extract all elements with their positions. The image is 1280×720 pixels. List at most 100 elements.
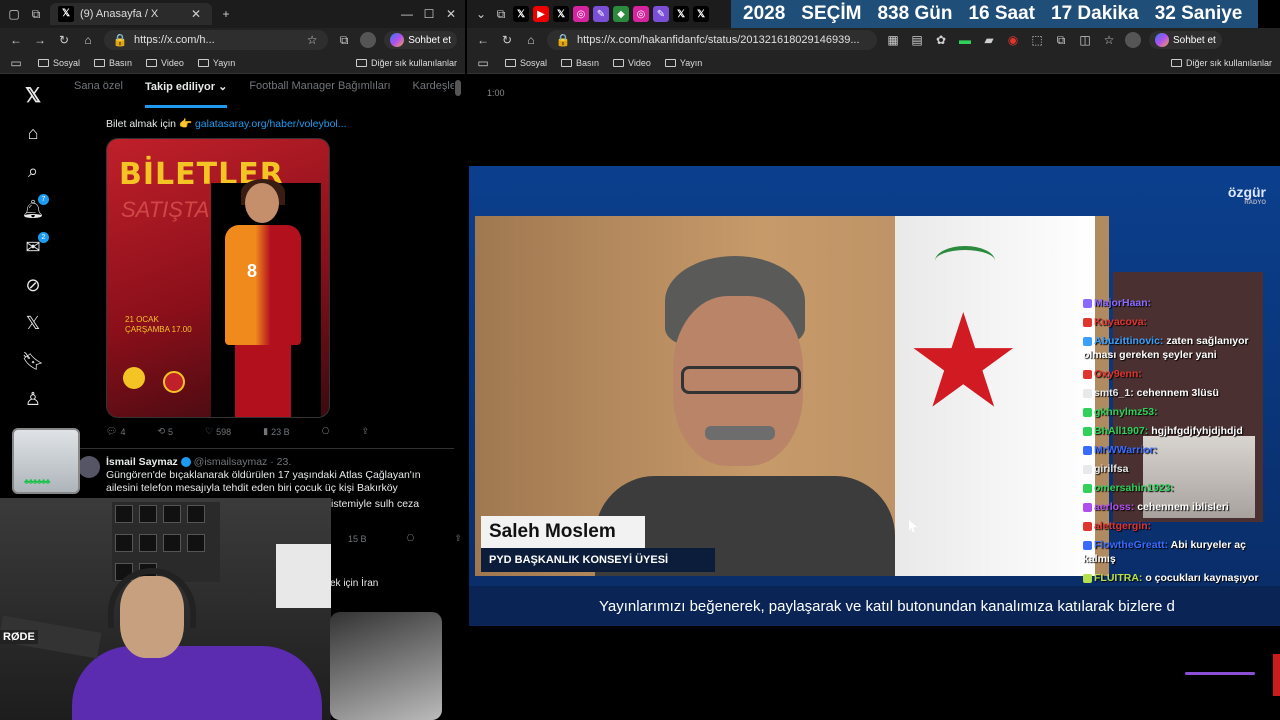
extension-icon[interactable]: ▦ xyxy=(885,32,901,48)
refresh-icon[interactable]: ↻ xyxy=(56,32,72,48)
x-tab-icon[interactable]: 𝕏 xyxy=(513,6,529,22)
scrollbar[interactable] xyxy=(455,80,461,96)
tab-list-fm[interactable]: Football Manager Bağımlıları xyxy=(249,80,390,108)
jobs-icon[interactable]: ♙ xyxy=(22,388,44,410)
x-logo-icon[interactable]: 𝕏 xyxy=(22,84,44,107)
tweet-media[interactable] xyxy=(330,612,442,720)
chat-username[interactable]: girilfsa xyxy=(1094,463,1128,475)
repost-button[interactable]: ⟲ 5 xyxy=(157,426,173,437)
tweet-media-poster[interactable]: BİLETLER SATIŞTA 8 21 OCAK ÇARŞAMBA 17.0… xyxy=(106,138,330,418)
extension-icon[interactable]: ▰ xyxy=(981,32,997,48)
chat-username[interactable]: alettgergin: xyxy=(1094,520,1151,532)
copilot-chat-button[interactable]: Sohbet et xyxy=(1149,31,1222,49)
notifications-icon[interactable]: 🔔︎ 7 xyxy=(22,194,49,220)
tab-following[interactable]: Takip ediliyor ⌄ xyxy=(144,80,228,108)
other-favorites[interactable]: Diğer sık kullanılanlar xyxy=(1170,58,1272,68)
video-player[interactable]: 1:00 özgür RADYO ★ Saleh Moslem PYD BAŞK… xyxy=(467,74,1280,720)
home-icon[interactable]: ⌂ xyxy=(523,32,539,48)
tweet-link[interactable]: galatasaray.org/haber/voleybol... xyxy=(195,118,347,130)
chat-username[interactable]: MajorHaan: xyxy=(1094,297,1151,309)
share-button[interactable]: ⇪ xyxy=(361,426,369,437)
address-bar[interactable]: 🔒 https://x.com/hakanfidanfc/status/2013… xyxy=(547,30,877,50)
avatar[interactable] xyxy=(78,456,100,478)
extension-icon[interactable]: ◉ xyxy=(1005,32,1021,48)
address-bar[interactable]: 🔒 https://x.com/h... ☆ xyxy=(104,30,329,50)
home-icon[interactable]: ⌂ xyxy=(80,32,96,48)
instagram-tab-icon[interactable]: ◎ xyxy=(573,6,589,22)
close-tab-icon[interactable]: ✕ xyxy=(188,6,204,22)
split-screen-icon[interactable]: ◫ xyxy=(1077,32,1093,48)
chat-username[interactable]: Abuzittinovic: xyxy=(1094,335,1163,347)
extension-icon[interactable]: ⧉ xyxy=(1053,32,1069,48)
profile-avatar-icon[interactable] xyxy=(1125,32,1141,48)
edit-tab-icon[interactable]: ✎ xyxy=(593,6,609,22)
extension-tab-icon[interactable]: ◆ xyxy=(613,6,629,22)
messages-icon[interactable]: ✉ 2 xyxy=(22,232,49,258)
tab-home[interactable]: 𝕏 (9) Anasayfa / X ✕ xyxy=(50,3,212,25)
share-button[interactable]: ⇪ xyxy=(454,533,462,544)
tab-actions-icon[interactable]: ⧉ xyxy=(28,6,44,22)
chat-username[interactable]: aerloss: xyxy=(1094,501,1134,513)
profile-avatar-icon[interactable] xyxy=(360,32,377,48)
favorites-icon[interactable]: ☆ xyxy=(1101,32,1117,48)
extensions-icon[interactable]: ⧉ xyxy=(336,32,352,48)
close-window-icon[interactable]: ✕ xyxy=(443,6,459,22)
bookmark-folder[interactable]: Yayın xyxy=(664,58,702,68)
bookmark-folder[interactable]: Basın xyxy=(94,58,132,68)
maximize-icon[interactable]: ☐ xyxy=(421,6,437,22)
copilot-chat-button[interactable]: Sohbet et xyxy=(384,31,457,49)
bookmarks-menu-icon[interactable]: ▭ xyxy=(475,55,491,71)
chat-username[interactable]: omersahin1923: xyxy=(1094,482,1174,494)
bookmark-button[interactable]: ⎔ xyxy=(322,426,330,437)
instagram-tab-icon[interactable]: ◎ xyxy=(633,6,649,22)
bookmarks-menu-icon[interactable]: ▭ xyxy=(8,55,24,71)
x-tab-icon[interactable]: 𝕏 xyxy=(693,6,709,22)
bookmarks-icon[interactable]: 🔖︎ xyxy=(22,350,45,372)
forward-icon[interactable]: → xyxy=(32,32,48,48)
bookmark-button[interactable]: ⎔ xyxy=(407,533,415,544)
bookmark-folder[interactable]: Video xyxy=(146,58,184,68)
chat-username[interactable]: smt6_1: xyxy=(1094,387,1134,399)
tweet-author-handle[interactable]: @ismailsaymaz · 23. xyxy=(194,456,292,468)
new-tab-icon[interactable]: + xyxy=(218,6,234,22)
minimize-icon[interactable]: — xyxy=(399,6,415,22)
chat-username[interactable]: gkhnylmz53: xyxy=(1094,406,1158,418)
extension-icon[interactable]: ▤ xyxy=(909,32,925,48)
chat-username[interactable]: Oxy9enn: xyxy=(1094,368,1142,380)
bookmark-folder[interactable]: Sosyal xyxy=(38,58,80,68)
tab-actions-icon[interactable]: ⧉ xyxy=(493,6,509,22)
x-tab-icon[interactable]: 𝕏 xyxy=(553,6,569,22)
other-favorites[interactable]: Diğer sık kullanılanlar xyxy=(355,58,457,68)
refresh-icon[interactable]: ↻ xyxy=(499,32,515,48)
chat-username[interactable]: FLUITRA: xyxy=(1094,572,1142,584)
chat-username[interactable]: BhAll1907: xyxy=(1094,425,1148,437)
views-button[interactable]: ▮ 23 B xyxy=(263,426,289,437)
extension-icon[interactable]: ⬚ xyxy=(1029,32,1045,48)
chat-username[interactable]: FlowtheGreatt: xyxy=(1094,539,1168,551)
tab-for-you[interactable]: Sana özel xyxy=(74,80,123,108)
extension-icon[interactable]: ✿ xyxy=(933,32,949,48)
home-icon[interactable]: ⌂ xyxy=(22,122,44,144)
tweet-author-name[interactable]: İsmail Saymaz xyxy=(106,456,178,468)
grok-icon[interactable]: ⊘ xyxy=(22,274,44,296)
premium-icon[interactable]: 𝕏 xyxy=(22,312,44,334)
workspaces-icon[interactable]: ▢ xyxy=(6,6,22,22)
youtube-tab-icon[interactable]: ▶ xyxy=(533,6,549,22)
reply-button[interactable]: 💬︎ 4 xyxy=(106,426,125,437)
tab-list-kardesler[interactable]: Kardeşler Kı xyxy=(413,80,454,108)
back-icon[interactable]: ← xyxy=(475,32,491,48)
x-tab-icon[interactable]: 𝕏 xyxy=(673,6,689,22)
back-icon[interactable]: ← xyxy=(8,32,24,48)
search-icon[interactable]: ⌕ xyxy=(22,160,44,182)
bookmark-folder[interactable]: Yayın xyxy=(197,58,235,68)
chat-username[interactable]: Kuyacova: xyxy=(1094,316,1147,328)
bookmark-folder[interactable]: Video xyxy=(613,58,651,68)
edit-tab-icon[interactable]: ✎ xyxy=(653,6,669,22)
bookmark-folder[interactable]: Basın xyxy=(561,58,599,68)
extension-icon[interactable]: ▬ xyxy=(957,32,973,48)
favorite-star-icon[interactable]: ☆ xyxy=(304,32,320,48)
chat-username[interactable]: MrWWarrior: xyxy=(1094,444,1157,456)
views-button[interactable]: 15 B xyxy=(348,533,367,544)
bookmark-folder[interactable]: Sosyal xyxy=(505,58,547,68)
like-button[interactable]: ♡ 598 xyxy=(205,426,231,437)
